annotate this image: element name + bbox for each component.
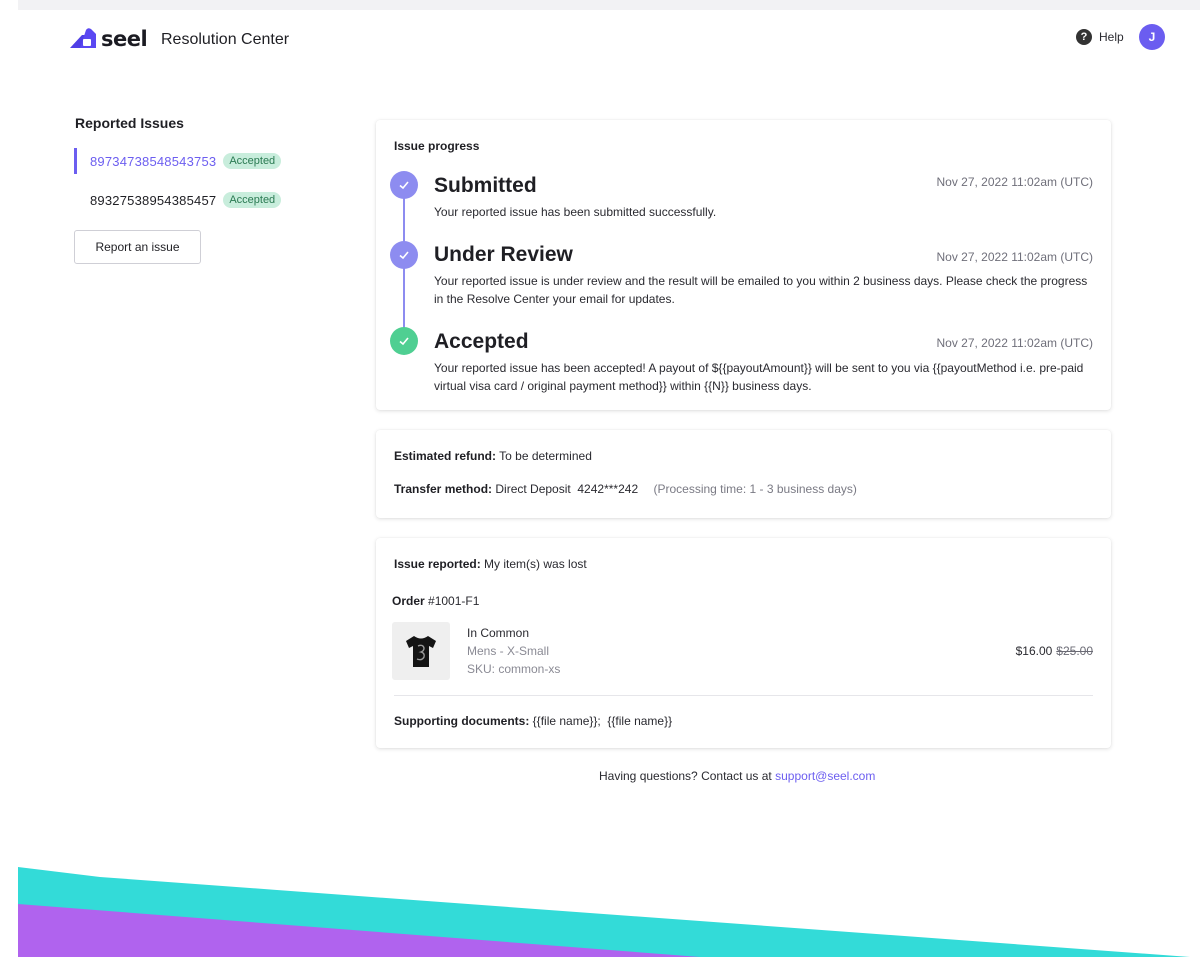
report-issue-button[interactable]: Report an issue bbox=[74, 230, 201, 264]
step-dot-under-review bbox=[390, 241, 418, 269]
step-title: Submitted bbox=[434, 174, 537, 197]
check-icon bbox=[399, 337, 409, 346]
estimated-refund-label: Estimated refund: bbox=[394, 449, 497, 463]
app-title: Resolution Center bbox=[161, 31, 290, 48]
issue-id: 89327538954385457 bbox=[90, 192, 217, 208]
issue-item[interactable]: 89327538954385457 Accepted bbox=[74, 187, 282, 213]
seel-logo[interactable]: seel bbox=[68, 26, 148, 52]
current-price: $16.00 bbox=[1015, 644, 1053, 658]
transfer-method-label: Transfer method: bbox=[394, 482, 493, 496]
product-name: In Common bbox=[467, 626, 530, 640]
step-timestamp: Nov 27, 2022 11:02am (UTC) bbox=[936, 250, 1093, 264]
check-icon bbox=[399, 251, 409, 260]
step-title: Accepted bbox=[434, 330, 529, 353]
help-button[interactable]: ? Help bbox=[1076, 29, 1124, 45]
tshirt-icon bbox=[406, 636, 436, 667]
avatar[interactable]: J bbox=[1139, 24, 1165, 50]
product-image bbox=[392, 622, 450, 680]
processing-time-note: (Processing time: 1 - 3 business days) bbox=[653, 482, 857, 496]
decorative-wave bbox=[18, 867, 1190, 957]
header: seel Resolution Center ? Help J bbox=[0, 10, 1200, 70]
step-timestamp: Nov 27, 2022 11:02am (UTC) bbox=[936, 336, 1093, 350]
issue-reported-label: Issue reported: bbox=[394, 557, 481, 571]
order-number-value: #1001-F1 bbox=[428, 594, 480, 608]
seel-logo-icon bbox=[70, 28, 96, 48]
support-email-link[interactable]: support@seel.com bbox=[775, 769, 875, 783]
supporting-documents: Supporting documents: {{file name}}; {{f… bbox=[394, 714, 672, 728]
browser-top-strip bbox=[18, 0, 1200, 10]
supporting-documents-label: Supporting documents: bbox=[394, 714, 530, 728]
footer-contact: Having questions? Contact us at support@… bbox=[599, 769, 875, 783]
issue-reported-value: My item(s) was lost bbox=[484, 557, 587, 571]
step-title: Under Review bbox=[434, 243, 573, 266]
refund-card: Estimated refund: To be determined Trans… bbox=[376, 430, 1111, 518]
step-description: Your reported issue has been submitted s… bbox=[434, 205, 717, 219]
estimated-refund-value: To be determined bbox=[499, 449, 592, 463]
estimated-refund: Estimated refund: To be determined bbox=[394, 449, 592, 463]
sidebar-title: Reported Issues bbox=[75, 115, 184, 131]
help-icon: ? bbox=[1076, 29, 1092, 45]
footer-text: Having questions? Contact us at bbox=[599, 769, 772, 783]
issue-reported: Issue reported: My item(s) was lost bbox=[394, 557, 587, 571]
issue-progress-card: Issue progress Submitted Nov 27, 2022 11… bbox=[376, 120, 1111, 410]
order-number: Order #1001-F1 bbox=[392, 594, 479, 608]
transfer-method-value: Direct Deposit 4242***242 bbox=[495, 482, 639, 496]
status-badge: Accepted bbox=[223, 153, 282, 169]
step-description: Your reported issue is under review and … bbox=[434, 274, 1088, 306]
step-dot-accepted bbox=[390, 327, 418, 355]
check-icon bbox=[399, 181, 409, 190]
product-price: $16.00 $25.00 bbox=[1016, 644, 1093, 658]
step-dot-submitted bbox=[390, 171, 418, 199]
transfer-method: Transfer method: Direct Deposit 4242***2… bbox=[394, 482, 857, 496]
original-price: $25.00 bbox=[1056, 644, 1093, 658]
step-description: Your reported issue has been accepted! A… bbox=[434, 361, 1084, 393]
product-sku: SKU: common-xs bbox=[467, 662, 561, 676]
step-timestamp: Nov 27, 2022 11:02am (UTC) bbox=[936, 175, 1093, 189]
divider bbox=[394, 695, 1093, 696]
logo-wordmark: seel bbox=[101, 27, 148, 51]
supporting-documents-value: {{file name}}; {{file name}} bbox=[532, 714, 673, 728]
issue-item-active[interactable]: 89734738548543753 Accepted bbox=[74, 148, 282, 174]
order-label: Order bbox=[392, 594, 425, 608]
card-heading: Issue progress bbox=[394, 139, 480, 153]
help-label: Help bbox=[1099, 30, 1124, 44]
product-variant: Mens - X-Small bbox=[467, 644, 550, 658]
reported-issue-card: Issue reported: My item(s) was lost Orde… bbox=[376, 538, 1111, 748]
issue-id: 89734738548543753 bbox=[90, 153, 217, 169]
status-badge: Accepted bbox=[223, 192, 282, 208]
